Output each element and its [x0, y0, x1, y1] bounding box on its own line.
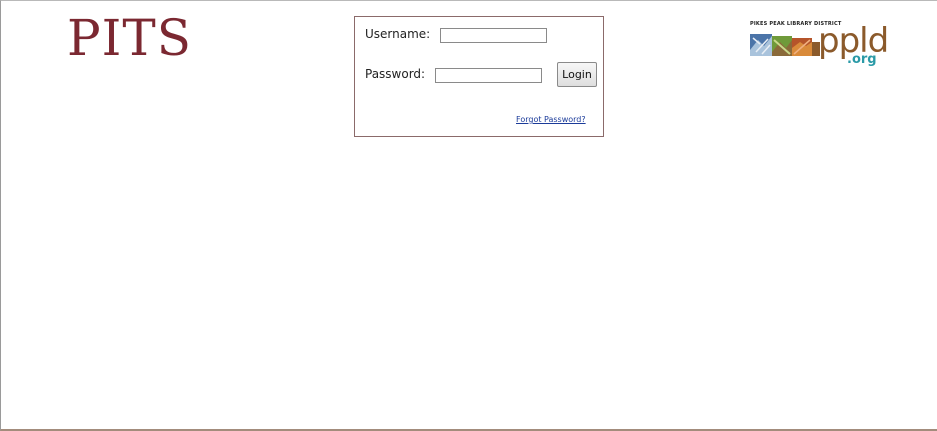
- password-input[interactable]: [435, 68, 542, 83]
- app-title: PITS: [67, 9, 192, 67]
- username-input[interactable]: [440, 28, 547, 43]
- page-frame: PITS Username: Password: Login Forgot Pa…: [0, 0, 937, 431]
- password-label: Password:: [365, 67, 426, 81]
- forgot-password-link[interactable]: Forgot Password?: [516, 115, 586, 124]
- logo-mountain-graphic-icon: [750, 34, 820, 56]
- login-form: Username: Password: Login Forgot Passwor…: [354, 16, 604, 137]
- ppld-logo[interactable]: PIKES PEAK LIBRARY DISTRICT ppld .org: [750, 19, 890, 75]
- logo-domain: .org: [847, 52, 877, 67]
- username-label: Username:: [365, 27, 431, 41]
- login-button[interactable]: Login: [557, 62, 597, 87]
